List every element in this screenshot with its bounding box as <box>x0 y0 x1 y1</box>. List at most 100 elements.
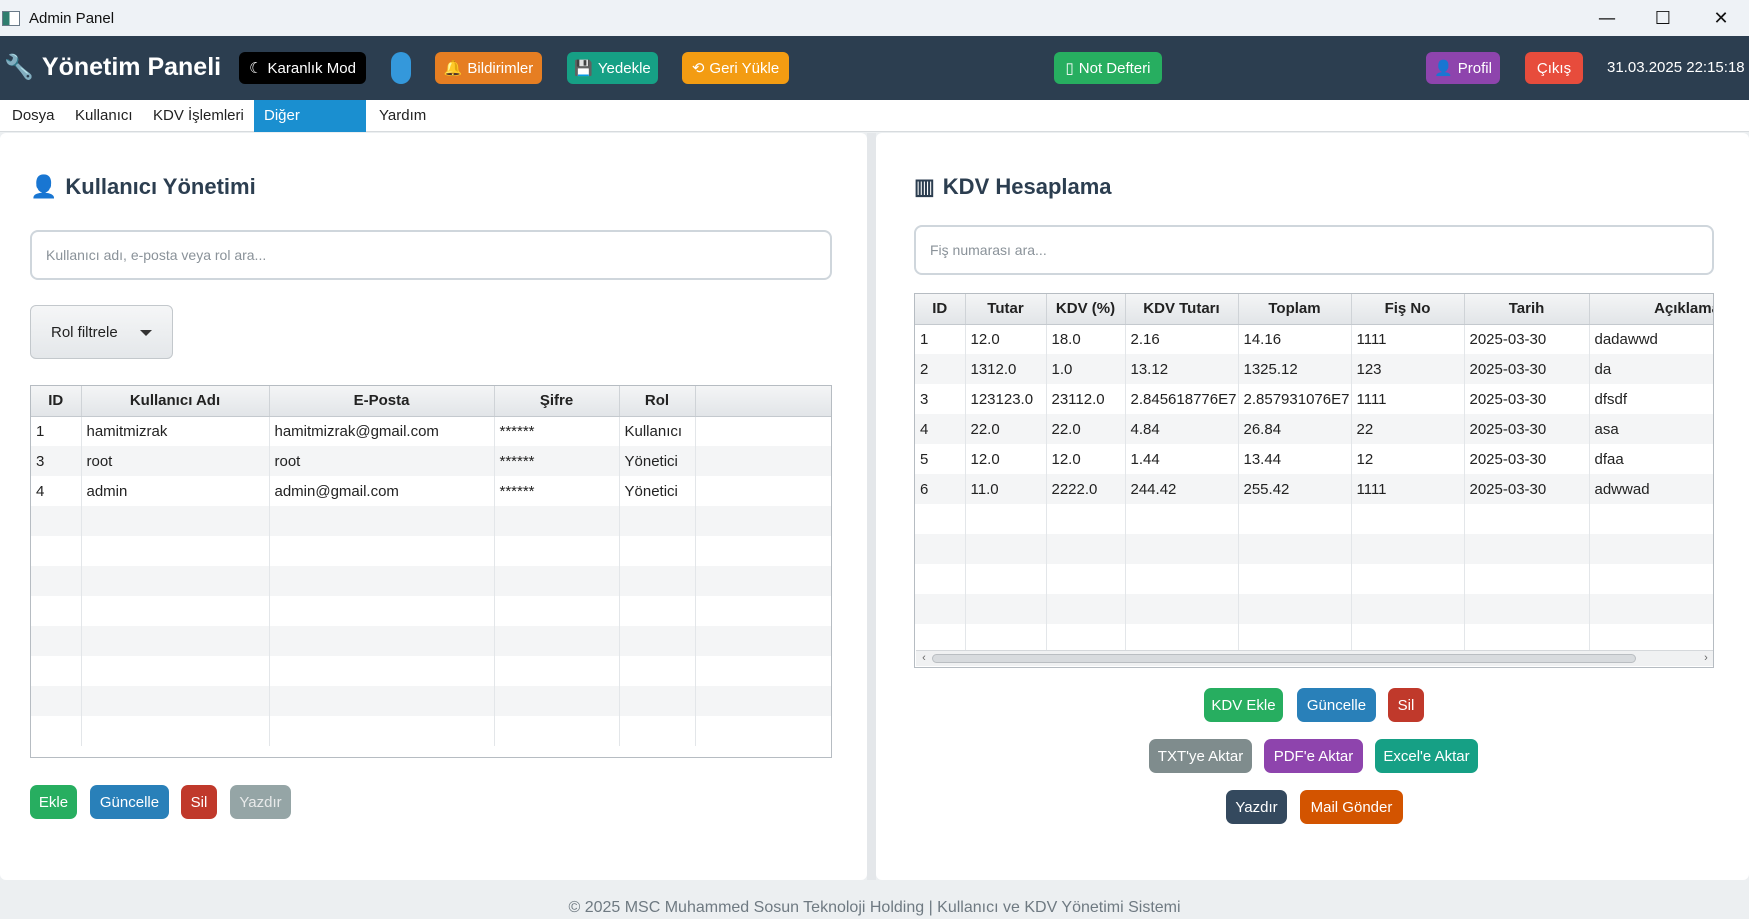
app-icon <box>2 10 20 26</box>
receipt-search-input[interactable] <box>914 225 1714 275</box>
minimize-button[interactable]: — <box>1579 0 1635 36</box>
export-pdf-button[interactable]: PDF'e Aktar <box>1264 739 1363 773</box>
scroll-left-icon[interactable]: ‹ <box>916 650 932 666</box>
add-kdv-button[interactable]: KDV Ekle <box>1204 688 1283 722</box>
user-search-input[interactable] <box>30 230 832 280</box>
kdv-table-row[interactable]: 3 123123.0 23112.0 2.845618776E7 2.857931076… <box>915 384 1713 414</box>
user-table-cell: Kullanıcı <box>619 416 696 446</box>
kdv-empty-cell <box>1589 564 1713 594</box>
kdv-table-cell: 2.16 <box>1125 324 1239 354</box>
user-column-header[interactable]: Rol <box>619 386 696 417</box>
user-column-header[interactable]: Şifre <box>494 386 620 417</box>
kdv-column-header[interactable]: Açıklama <box>1589 294 1713 325</box>
export-txt-button[interactable]: TXT'ye Aktar <box>1149 739 1252 773</box>
kdv-empty-cell <box>1351 504 1465 534</box>
kdv-column-header[interactable]: ID <box>915 294 966 325</box>
kdv-table-row[interactable]: 1 12.0 18.0 2.16 14.16 1111 2025-03-30 dadawwd <box>915 324 1713 354</box>
user-empty-cell <box>269 596 495 626</box>
kdv-table-cell: 3 <box>915 384 966 414</box>
export-excel-button[interactable]: Excel'e Aktar <box>1375 739 1478 773</box>
user-column-header[interactable]: ID <box>31 386 82 417</box>
user-table-cell: hamitmizrak <box>81 416 270 446</box>
moon-icon: ☾ <box>249 60 263 77</box>
kdv-column-header[interactable]: Fiş No <box>1351 294 1465 325</box>
close-window-button[interactable]: ✕ <box>1693 0 1749 36</box>
kdv-table-cell: 22.0 <box>1046 414 1126 444</box>
kdv-empty-cell <box>965 504 1047 534</box>
kdv-table-row[interactable]: 2 1312.0 1.0 13.12 1325.12 123 2025-03-30 da <box>915 354 1713 384</box>
user-table-row[interactable]: 3 root root ****** Yönetici <box>31 446 831 476</box>
user-empty-cell <box>494 716 620 746</box>
kdv-table-cell: 5 <box>915 444 966 474</box>
user-table-row[interactable]: 4 admin admin@gmail.com ****** Yönetici <box>31 476 831 506</box>
kdv-column-header[interactable]: Tarih <box>1464 294 1590 325</box>
logout-button[interactable]: Çıkış <box>1525 52 1583 84</box>
print-kdv-button[interactable]: Yazdır <box>1226 790 1287 824</box>
update-user-button[interactable]: Güncelle <box>90 785 169 819</box>
menu-diger-islemler[interactable]: Diğer İşlemler <box>254 100 366 156</box>
dark-mode-button[interactable]: ☾ Karanlık Mod <box>239 52 366 84</box>
theme-toggle[interactable] <box>391 52 411 84</box>
role-filter-dropdown[interactable]: Rol filtrele <box>30 305 173 359</box>
profile-button[interactable]: 👤 Profil <box>1426 52 1500 84</box>
scroll-right-icon[interactable]: › <box>1698 650 1713 666</box>
kdv-column-header[interactable]: Toplam <box>1238 294 1352 325</box>
kdv-empty-cell <box>1046 594 1126 624</box>
notepad-button[interactable]: ▯ Not Defteri <box>1054 52 1162 84</box>
kdv-table-row <box>915 534 1713 564</box>
user-table-row <box>31 536 831 566</box>
kdv-column-header[interactable]: KDV (%) <box>1046 294 1126 325</box>
user-empty-cell <box>31 566 82 596</box>
kdv-empty-cell <box>915 534 966 564</box>
user-table-cell: hamitmizrak@gmail.com <box>269 416 495 446</box>
kdv-table-cell: 2025-03-30 <box>1464 444 1590 474</box>
menu-kullanici[interactable]: Kullanıcı <box>65 100 143 132</box>
panel-divider[interactable] <box>867 133 876 880</box>
kdv-table-cell: 2.845618776E7 <box>1125 384 1239 414</box>
kdv-empty-cell <box>1238 594 1352 624</box>
kdv-table-cell: 2 <box>915 354 966 384</box>
user-empty-cell <box>81 656 270 686</box>
kdv-table-row <box>915 504 1713 534</box>
menu-kdv-islemleri[interactable]: KDV İşlemleri <box>143 100 254 132</box>
notifications-button[interactable]: 🔔 Bildirimler <box>435 52 542 84</box>
kdv-table-row[interactable]: 6 11.0 2222.0 244.42 255.42 1111 2025-03-30 adw… <box>915 474 1713 504</box>
kdv-table-cell: 123123.0 <box>965 384 1047 414</box>
user-empty-cell <box>81 686 270 716</box>
user-table-cell: Yönetici <box>619 476 696 506</box>
kdv-column-header[interactable]: KDV Tutarı <box>1125 294 1239 325</box>
user-table-cell: 3 <box>31 446 82 476</box>
menu-dosya[interactable]: Dosya <box>2 100 65 132</box>
user-empty-cell <box>31 656 82 686</box>
maximize-button[interactable]: ☐ <box>1635 0 1691 36</box>
update-kdv-button[interactable]: Güncelle <box>1297 688 1376 722</box>
user-management-panel: 👤 Kullanıcı Yönetimi Rol filtrele IDKull… <box>0 133 867 880</box>
kdv-table-row[interactable]: 4 22.0 22.0 4.84 26.84 22 2025-03-30 asa <box>915 414 1713 444</box>
user-table-cell: Yönetici <box>619 446 696 476</box>
print-users-button[interactable]: Yazdır <box>230 785 291 819</box>
user-table-row[interactable]: 1 hamitmizrak hamitmizrak@gmail.com ****** K… <box>31 416 831 446</box>
scrollbar-thumb[interactable] <box>932 654 1636 663</box>
app-header: 🔧 Yönetim Paneli ☾ Karanlık Mod 🔔 Bildirim… <box>0 36 1749 100</box>
user-column-header[interactable]: Kullanıcı Adı <box>81 386 270 417</box>
delete-kdv-button[interactable]: Sil <box>1388 688 1424 722</box>
user-empty-cell <box>269 686 495 716</box>
kdv-table-hscrollbar[interactable]: ‹ › <box>916 650 1713 666</box>
send-mail-button[interactable]: Mail Gönder <box>1300 790 1403 824</box>
user-empty-cell <box>494 536 620 566</box>
user-table-cell: root <box>81 446 270 476</box>
kdv-table-row[interactable]: 5 12.0 12.0 1.44 13.44 12 2025-03-30 dfaa <box>915 444 1713 474</box>
add-user-button[interactable]: Ekle <box>30 785 77 819</box>
menu-yardim[interactable]: Yardım <box>369 100 436 132</box>
user-table[interactable]: ID Kullanıcı Adı E-Posta Şifre Rol 1 hamitmiz… <box>30 385 832 758</box>
user-column-header[interactable]: E-Posta <box>269 386 495 417</box>
restore-button[interactable]: ⟲ Geri Yükle <box>682 52 789 84</box>
kdv-table-cell: 12.0 <box>965 324 1047 354</box>
delete-user-button[interactable]: Sil <box>181 785 217 819</box>
kdv-table[interactable]: ID Tutar KDV (%) KDV Tutarı Toplam Fiş No Tari… <box>914 293 1714 668</box>
brand-title: Yönetim Paneli <box>41 53 222 81</box>
kdv-table-cell: 4 <box>915 414 966 444</box>
backup-button[interactable]: 💾 Yedekle <box>567 52 658 84</box>
user-empty-cell <box>619 656 696 686</box>
kdv-column-header[interactable]: Tutar <box>965 294 1047 325</box>
